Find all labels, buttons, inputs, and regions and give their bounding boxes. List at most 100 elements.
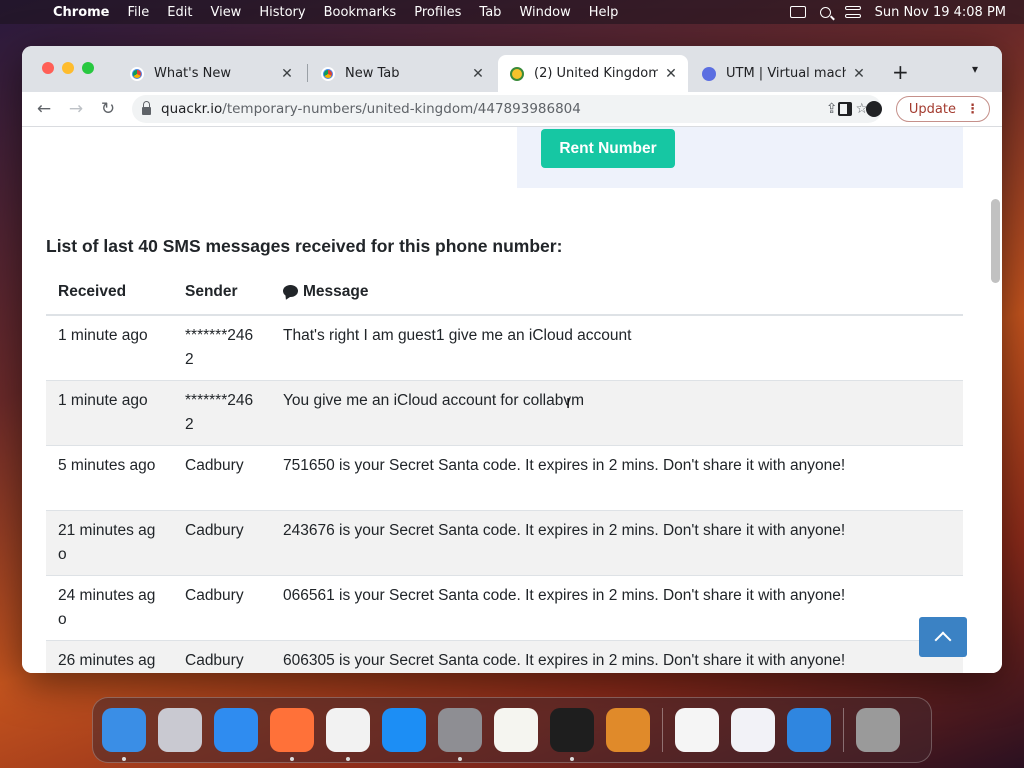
column-header-message: Message — [271, 272, 963, 316]
update-button[interactable]: Update ⋮ — [895, 96, 990, 122]
reload-icon[interactable]: ↻ — [92, 99, 124, 119]
menu-edit[interactable]: Edit — [158, 5, 201, 20]
visual-studio-icon[interactable] — [731, 708, 775, 752]
finder-icon[interactable] — [102, 708, 146, 761]
forward-arrow-icon[interactable]: → — [60, 99, 92, 119]
url-host: quackr.io — [161, 101, 223, 117]
cell-sender: Cadbury — [173, 445, 271, 511]
menu-app-chrome[interactable]: Chrome — [44, 5, 119, 20]
table-row: 5 minutes ago Cadbury 751650 is your Sec… — [46, 445, 963, 511]
url-path: /temporary-numbers/united-kingdom/447893… — [222, 101, 581, 117]
lock-icon[interactable] — [142, 101, 151, 115]
minimize-window-button[interactable] — [62, 62, 74, 74]
menu-bookmarks[interactable]: Bookmarks — [315, 5, 406, 20]
cell-received: 26 minutes ago — [46, 640, 173, 673]
text-cursor-icon: I — [566, 395, 571, 412]
textedit-icon[interactable] — [494, 708, 538, 752]
tab-divider — [307, 64, 308, 82]
cell-message: You give me an iCloud account for collab… — [271, 380, 963, 446]
rent-panel: Rent Number — [517, 127, 963, 188]
tab-strip: What's New ✕ New Tab ✕ (2) United Kingdo… — [22, 46, 1002, 92]
browser-toolbar: ← → ↻ quackr.io/temporary-numbers/united… — [22, 92, 1002, 127]
vscode-icon[interactable] — [675, 708, 719, 752]
column-header-message-label: Message — [303, 283, 369, 300]
back-arrow-icon[interactable]: ← — [28, 99, 60, 119]
rent-number-button[interactable]: Rent Number — [541, 129, 675, 168]
new-tab-plus-icon[interactable]: + — [892, 60, 909, 84]
weather-icon[interactable] — [787, 708, 831, 752]
column-header-received: Received — [46, 272, 173, 316]
close-tab-icon[interactable]: ✕ — [471, 66, 485, 82]
menu-help[interactable]: Help — [580, 5, 628, 20]
column-header-sender: Sender — [173, 272, 271, 316]
app-store-icon[interactable] — [382, 708, 426, 752]
sms-list-heading: List of last 40 SMS messages received fo… — [46, 236, 563, 256]
close-tab-icon[interactable]: ✕ — [664, 66, 678, 82]
chrome-icon[interactable] — [326, 708, 370, 761]
profile-avatar-icon[interactable] — [865, 101, 882, 117]
share-icon[interactable]: ⇪ — [826, 101, 838, 117]
menu-profiles[interactable]: Profiles — [405, 5, 470, 20]
tab-new-tab[interactable]: New Tab ✕ — [309, 55, 495, 92]
page-content: Rent Number List of last 40 SMS messages… — [22, 127, 1002, 673]
table-row: 1 minute ago *******2462 That's right I … — [46, 315, 963, 381]
cell-sender: *******2462 — [173, 315, 271, 381]
menu-clock[interactable]: Sun Nov 19 4:08 PM — [875, 5, 1006, 20]
trash-icon[interactable] — [856, 708, 900, 752]
cell-received: 21 minutes ago — [46, 510, 173, 576]
tab-whats-new[interactable]: What's New ✕ — [118, 55, 304, 92]
zoom-window-button[interactable] — [82, 62, 94, 74]
tab-utm[interactable]: UTM | Virtual machine ✕ — [690, 55, 876, 92]
garageband-icon[interactable] — [606, 708, 650, 752]
tab-title: (2) United Kingdom : + — [534, 66, 658, 81]
dock-separator — [843, 708, 844, 752]
cell-received: 5 minutes ago — [46, 445, 173, 511]
close-tab-icon[interactable]: ✕ — [280, 66, 294, 82]
menu-view[interactable]: View — [201, 5, 250, 20]
utm-icon — [702, 66, 716, 81]
scroll-to-top-button[interactable] — [919, 617, 967, 657]
cell-message: 066561 is your Secret Santa code. It exp… — [271, 575, 963, 641]
more-menu-icon[interactable]: ⋮ — [966, 102, 979, 117]
window-controls — [42, 62, 94, 74]
table-header-row: Received Sender Message — [46, 272, 963, 316]
screen-mirroring-icon[interactable] — [789, 6, 806, 18]
system-settings-icon[interactable] — [438, 708, 482, 761]
chat-bubble-icon — [283, 285, 298, 297]
cell-message: That's right I am guest1 give me an iClo… — [271, 315, 963, 381]
menu-file[interactable]: File — [119, 5, 159, 20]
menu-bar: Chrome File Edit View History Bookmarks … — [0, 0, 1024, 24]
table-row: 21 minutes ago Cadbury 243676 is your Se… — [46, 510, 963, 576]
cell-received: 1 minute ago — [46, 315, 173, 381]
safari-icon[interactable] — [214, 708, 258, 752]
tab-united-kingdom[interactable]: (2) United Kingdom : + ✕ — [498, 55, 688, 92]
close-tab-icon[interactable]: ✕ — [852, 66, 866, 82]
address-bar[interactable]: quackr.io/temporary-numbers/united-kingd… — [132, 95, 882, 123]
menu-history[interactable]: History — [250, 5, 314, 20]
table-row: 1 minute ago *******2462 You give me an … — [46, 380, 963, 446]
firefox-icon[interactable] — [270, 708, 314, 761]
cell-sender: Cadbury — [173, 640, 271, 673]
menu-tab[interactable]: Tab — [470, 5, 510, 20]
dock — [92, 697, 932, 763]
cell-received: 1 minute ago — [46, 380, 173, 446]
menu-window[interactable]: Window — [510, 5, 579, 20]
chevron-up-icon — [934, 631, 952, 649]
close-window-button[interactable] — [42, 62, 54, 74]
tab-title: UTM | Virtual machine — [726, 66, 846, 81]
table-row: 26 minutes ago Cadbury 606305 is your Se… — [46, 640, 963, 673]
cell-sender: Cadbury — [173, 510, 271, 576]
tab-search-chevron-icon[interactable]: ▾ — [972, 62, 978, 76]
cell-received: 24 minutes ago — [46, 575, 173, 641]
cell-sender: *******2462 — [173, 380, 271, 446]
launchpad-icon[interactable] — [158, 708, 202, 752]
page-scrollbar[interactable] — [991, 199, 1000, 283]
control-center-icon[interactable] — [844, 6, 861, 18]
chrome-icon — [321, 66, 335, 81]
side-panel-icon[interactable] — [837, 102, 852, 116]
quackr-icon — [510, 66, 524, 81]
spotlight-search-icon[interactable] — [819, 6, 831, 18]
cell-message: 243676 is your Secret Santa code. It exp… — [271, 510, 963, 576]
chrome-icon — [130, 66, 144, 81]
terminal-icon[interactable] — [550, 708, 594, 761]
